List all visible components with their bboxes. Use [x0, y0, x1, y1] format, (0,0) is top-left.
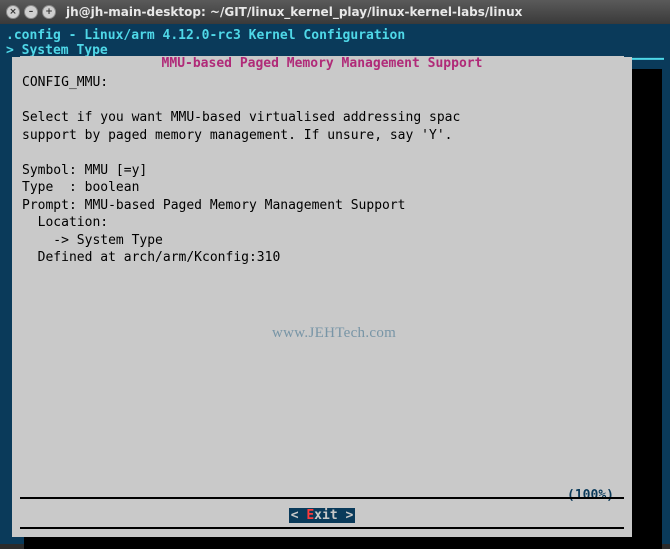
help-panel: MMU-based Paged Memory Management Suppor…: [12, 57, 632, 537]
titlebar[interactable]: × – + jh@jh-main-desktop: ~/GIT/linux_ke…: [0, 0, 670, 24]
exit-prefix: <: [291, 508, 307, 523]
help-panel-wrap: MMU-based Paged Memory Management Suppor…: [12, 57, 650, 537]
watermark-text: www.JEHTech.com: [272, 325, 396, 342]
minimize-icon[interactable]: –: [24, 5, 38, 19]
scroll-percent: (100%): [567, 488, 614, 503]
config-header: .config - Linux/arm 4.12.0-rc3 Kernel Co…: [6, 28, 664, 43]
button-divider-bottom: [20, 527, 624, 529]
exit-button[interactable]: < Exit >: [289, 508, 356, 523]
close-icon[interactable]: ×: [6, 5, 20, 19]
button-divider-top: [20, 497, 624, 499]
panel-title: MMU-based Paged Memory Management Suppor…: [20, 56, 624, 71]
terminal-area: .config - Linux/arm 4.12.0-rc3 Kernel Co…: [0, 24, 670, 544]
exit-rest: xit >: [314, 508, 353, 523]
exit-hotkey: E: [306, 508, 314, 523]
button-row: < Exit >: [12, 508, 632, 523]
maximize-icon[interactable]: +: [42, 5, 56, 19]
panel-body: CONFIG_MMU: Select if you want MMU-based…: [20, 72, 624, 267]
window-title: jh@jh-main-desktop: ~/GIT/linux_kernel_p…: [66, 5, 522, 19]
app-window: × – + jh@jh-main-desktop: ~/GIT/linux_ke…: [0, 0, 670, 544]
